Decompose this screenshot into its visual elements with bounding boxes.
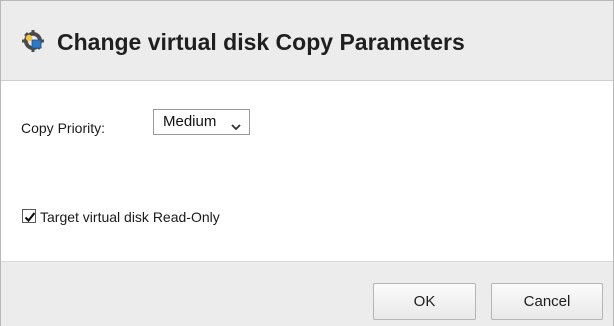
dialog-title: Change virtual disk Copy Parameters (57, 29, 465, 55)
read-only-checkbox-label[interactable]: Target virtual disk Read-Only (40, 209, 220, 225)
read-only-checkbox[interactable] (22, 209, 36, 223)
cancel-button[interactable]: Cancel (491, 283, 603, 320)
copy-parameters-dialog: Change virtual disk Copy Parameters Copy… (0, 0, 614, 326)
chevron-down-icon (231, 118, 241, 131)
dialog-footer: OK Cancel (1, 261, 613, 326)
virtual-disk-copy-icon (20, 28, 46, 54)
ok-button[interactable]: OK (373, 283, 476, 320)
copy-priority-value: Medium (163, 113, 217, 130)
copy-priority-select[interactable]: Medium (153, 109, 250, 135)
dialog-body: Copy Priority: Medium Target virtual dis… (1, 81, 613, 261)
dialog-titlebar: Change virtual disk Copy Parameters (1, 1, 613, 81)
checkmark-icon (24, 210, 36, 223)
copy-priority-label: Copy Priority: (21, 120, 106, 136)
